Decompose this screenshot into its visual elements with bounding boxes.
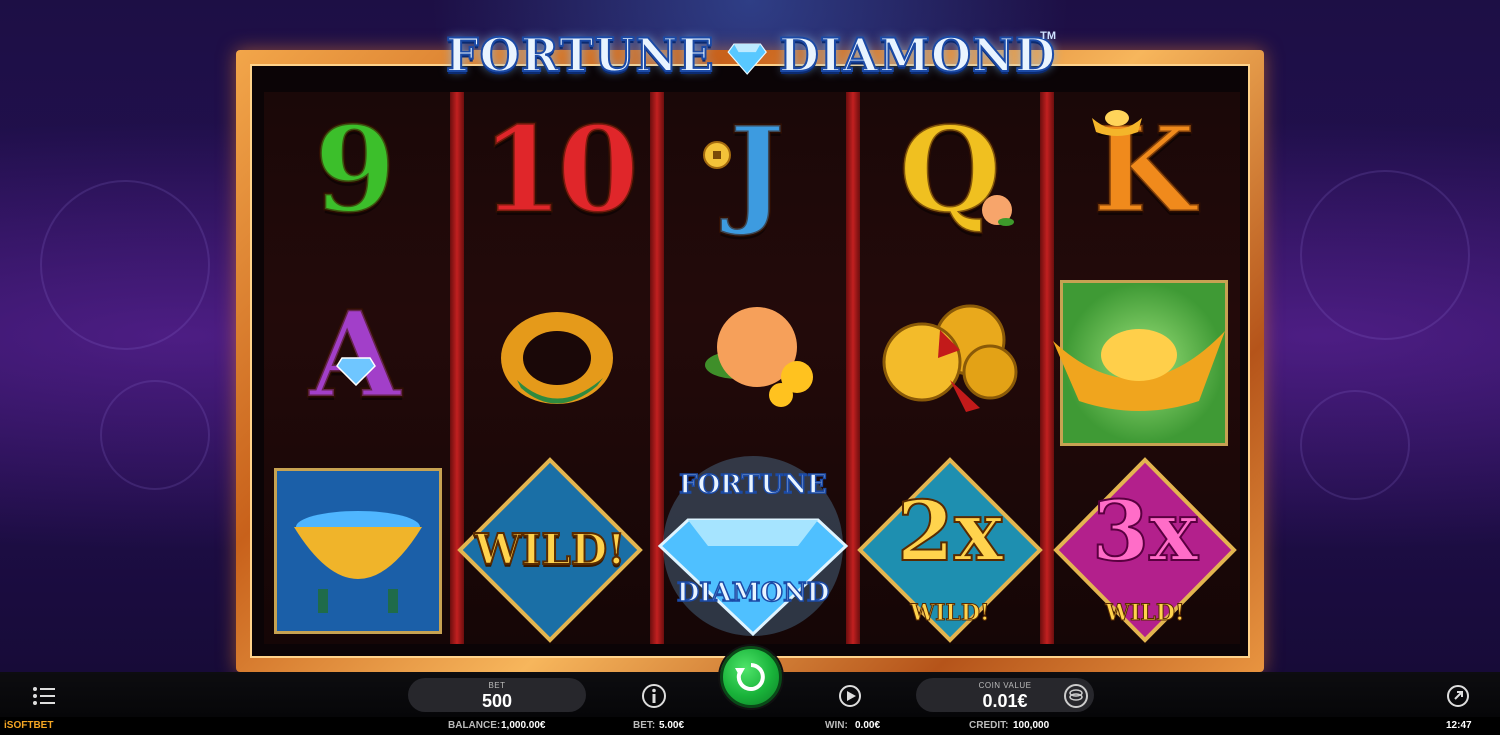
- peach-icon: [982, 195, 1014, 226]
- coin-icon: [703, 141, 731, 169]
- logo-word-right: DIAMOND: [778, 27, 1056, 83]
- fortune-diamond-bottom-text: DIAMOND: [676, 577, 830, 609]
- clock: 12:47: [1446, 720, 1472, 731]
- spin-icon: [735, 663, 765, 691]
- symbol-9: 9: [270, 100, 440, 240]
- spin-button[interactable]: [720, 646, 782, 708]
- symbol-10: 10: [464, 100, 650, 240]
- coins-button[interactable]: [1062, 682, 1090, 710]
- symbol-3x-wild: 3x WILD!: [1050, 454, 1240, 644]
- bet-status-label: BET:: [633, 720, 656, 731]
- symbol-gold-coins: [860, 270, 1040, 440]
- diamond-gem-icon: [336, 357, 376, 386]
- bet-value: 500: [481, 691, 513, 711]
- credit-label: CREDIT:: [969, 720, 1009, 731]
- card-symbol-text: 10: [479, 100, 640, 239]
- logo-word-left: FORTUNE: [445, 27, 715, 83]
- bet-label: BET: [488, 681, 506, 690]
- coins-icon: [1064, 684, 1088, 708]
- background-swirl: [100, 380, 210, 490]
- symbol-fortune-diamond: FORTUNE DIAMOND: [648, 446, 858, 646]
- autoplay-button[interactable]: [836, 682, 864, 710]
- credit-value: 100,000: [1013, 720, 1050, 731]
- external-link-button[interactable]: [1444, 682, 1472, 710]
- symbol-peach-blossom: [664, 270, 850, 440]
- external-link-icon: [1447, 685, 1469, 707]
- ingot-icon: [1092, 110, 1142, 136]
- fortune-diamond-top-text: FORTUNE: [678, 469, 827, 501]
- menu-icon: [33, 687, 55, 705]
- menu-button[interactable]: [30, 683, 58, 709]
- multiplier-sub-text: WILD!: [910, 600, 990, 627]
- background-swirl: [40, 180, 210, 350]
- symbol-2x-wild: 2x WILD!: [852, 454, 1048, 644]
- info-icon: [642, 684, 666, 708]
- symbol-pot-of-jewels: [270, 466, 446, 636]
- symbol-q: Q: [860, 100, 1040, 240]
- win-value: 0.00€: [855, 720, 881, 731]
- multiplier-sub-text: WILD!: [1105, 600, 1185, 627]
- peach-blossom-icon: [705, 307, 813, 407]
- trademark-mark: TM: [1040, 30, 1056, 42]
- jade-ring-icon: [501, 312, 613, 404]
- symbol-wild: WILD!: [452, 454, 648, 644]
- multiplier-text: 3x: [1091, 483, 1199, 581]
- win-label: WIN:: [825, 720, 848, 731]
- brand-logo: iSOFTBET: [4, 720, 54, 731]
- gold-coins-icon: [882, 304, 1018, 412]
- bet-selector[interactable]: BET 500: [408, 678, 586, 712]
- symbol-a: A: [270, 270, 440, 440]
- diamond-logo-icon: [727, 43, 767, 75]
- card-symbol-text: 9: [312, 100, 397, 239]
- balance-value: 1,000.00€: [501, 720, 546, 731]
- info-button[interactable]: [640, 682, 668, 710]
- background-swirl: [1300, 390, 1410, 500]
- gold-ingot-icon: [1053, 329, 1225, 411]
- symbol-k: K: [1054, 100, 1234, 240]
- autoplay-icon: [839, 685, 861, 707]
- wild-text: WILD!: [473, 524, 626, 575]
- symbol-gold-ingot: [1044, 276, 1234, 446]
- card-symbol-text: J: [728, 100, 787, 239]
- game-logo: FORTUNE DIAMOND TM: [445, 20, 1056, 90]
- status-bar: iSOFTBET BALANCE: 1,000.00€ BET: 5.00€ W…: [0, 717, 1500, 735]
- symbol-jade-ring: [464, 270, 650, 440]
- bet-status-value: 5.00€: [659, 720, 685, 731]
- background-swirl: [1300, 170, 1470, 340]
- multiplier-text: 2x: [896, 483, 1004, 581]
- card-symbol-text: A: [308, 285, 403, 424]
- pot-of-jewels-icon: [294, 511, 422, 613]
- balance-label: BALANCE:: [448, 720, 501, 731]
- symbol-j: J: [664, 100, 850, 240]
